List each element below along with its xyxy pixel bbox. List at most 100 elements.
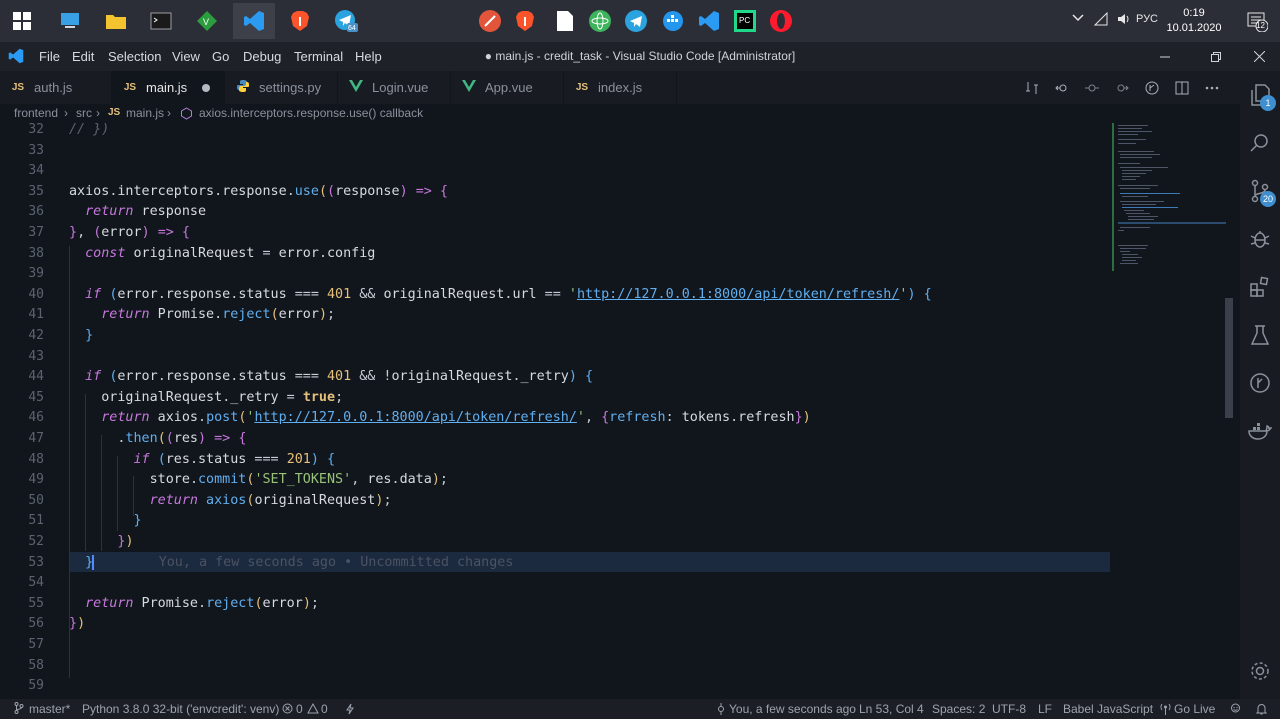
vscode-taskbar-icon[interactable] [233,3,275,39]
code-line-36: return response [85,204,207,220]
line-number: 38 [28,245,44,261]
code-line-41: return Promise.reject(error); [101,307,336,323]
broadcast-icon [1160,703,1171,718]
breadcrumb-callback[interactable]: axios.interceptors.response.use() callba… [199,106,423,120]
language-mode[interactable]: Babel JavaScript [1063,702,1153,716]
git-branch[interactable]: master* [29,702,70,716]
javascript-file-icon: JS [108,107,121,118]
editor-tabs: JS auth.js JS main.js settings.py Login.… [0,71,1240,104]
file-explorer-icon[interactable] [98,3,134,39]
minimap[interactable] [1112,123,1227,699]
document-icon[interactable] [547,3,583,39]
breadcrumb-src[interactable]: src [76,106,92,120]
chevron-up-icon[interactable] [1072,13,1084,25]
more-actions-icon[interactable] [1203,79,1221,97]
commit-icon[interactable] [1083,79,1101,97]
refresh-url-link[interactable]: http://127.0.0.1:8000/api/token/refresh/ [577,287,899,302]
indentation[interactable]: Spaces: 2 [932,702,985,716]
previous-revision-icon[interactable] [1053,79,1071,97]
line-number: 32 [28,123,44,137]
this-pc-icon[interactable] [52,3,88,39]
clock-time[interactable]: 0:19 [1164,7,1224,19]
brave-pinned-icon[interactable] [507,3,543,39]
atom-icon[interactable] [582,3,618,39]
vscode-pinned-icon[interactable] [691,3,727,39]
explorer-icon[interactable]: 1 [1246,81,1276,111]
git-lens-icon[interactable] [1143,79,1161,97]
code-editor[interactable]: 32 33 34 35 36 37 38 39 40 41 42 43 44 45 46 47 48 49 50 51… [0,123,1240,699]
extensions-icon[interactable] [1246,273,1274,301]
wifi-icon[interactable] [1093,11,1108,29]
windows-start-icon[interactable] [4,3,40,39]
source-control-icon[interactable]: 20 [1246,177,1276,207]
test-flask-icon[interactable] [1246,321,1274,349]
bell-icon[interactable] [1255,703,1268,718]
error-count[interactable]: 0 [296,702,303,716]
line-number: 39 [28,266,44,282]
opera-icon[interactable] [763,3,799,39]
line-number: 41 [28,307,44,323]
breadcrumb-main-js[interactable]: main.js [126,106,164,120]
open-changes-icon[interactable] [1023,79,1041,97]
mutation-string: 'SET_TOKENS' [254,472,352,488]
notifications-icon[interactable]: 12 [1246,10,1269,33]
status-code-literal: 401 [327,286,352,302]
tab-index-js[interactable]: JS index.js [564,71,677,104]
end-of-line[interactable]: LF [1038,702,1052,716]
scrollbar-thumb[interactable] [1225,298,1233,418]
telegram-pinned-icon[interactable] [618,3,654,39]
git-branch-icon [14,702,24,717]
next-revision-icon[interactable] [1113,79,1131,97]
telegram-icon[interactable]: 64 [328,3,364,39]
settings-gear-icon[interactable] [1246,657,1274,685]
go-live-button[interactable]: Go Live [1174,702,1215,716]
tab-main-js[interactable]: JS main.js [112,71,225,104]
clock-date[interactable]: 10.01.2020 [1164,22,1224,34]
warning-count[interactable]: 0 [321,702,328,716]
terminal-icon[interactable] [143,3,179,39]
tab-label: settings.py [259,80,322,95]
tab-label: main.js [146,80,188,95]
unsaved-dot-icon[interactable] [202,84,210,92]
notifications-count: 12 [1256,21,1265,30]
blame-status[interactable]: You, a few seconds ago [729,702,856,716]
error-icon [282,703,293,717]
vim-icon[interactable]: V [189,3,225,39]
refresh-url-link[interactable]: http://127.0.0.1:8000/api/token/refresh/ [254,410,576,425]
volume-icon[interactable] [1116,12,1130,29]
line-number: 56 [28,616,44,632]
breadcrumb-frontend[interactable]: frontend [14,106,58,120]
line-number: 49 [28,472,44,488]
debug-icon[interactable] [1246,225,1274,253]
code-line-44: if (error.response.status === 401 && !or… [85,369,594,385]
split-editor-icon[interactable] [1173,79,1191,97]
close-window-button[interactable] [1236,42,1280,71]
pycharm-icon[interactable]: PC [727,3,763,39]
tab-login-vue[interactable]: Login.vue [338,71,451,104]
tab-settings-py[interactable]: settings.py [225,71,338,104]
code-line-35: axios.interceptors.response.use((respons… [69,183,448,199]
tab-auth-js[interactable]: JS auth.js [0,71,112,104]
live-share-icon[interactable] [345,703,355,718]
cursor-position[interactable]: Ln 53, Col 4 [859,702,924,716]
docker-icon[interactable] [655,3,691,39]
input-language-indicator[interactable]: РУС [1136,13,1158,25]
line-number: 57 [28,637,44,652]
python-interpreter[interactable]: Python 3.8.0 32-bit ('envcredit': venv) [82,702,279,716]
git-graph-icon[interactable] [1246,369,1274,397]
code-line-45: originalRequest._retry = true; [101,389,344,405]
encoding[interactable]: UTF-8 [992,702,1026,716]
line-number: 51 [28,513,44,529]
tab-app-vue[interactable]: App.vue [451,71,564,104]
docker-sidebar-icon[interactable] [1246,417,1274,445]
ok-code-literal: 201 [286,451,311,467]
search-icon[interactable] [1246,129,1274,157]
tool-app-icon[interactable] [472,3,508,39]
vscode-titlebar: File Edit Selection View Go Debug Termin… [0,42,1280,71]
code-line-52: }) [117,534,134,549]
restore-button[interactable] [1193,42,1239,71]
line-number: 36 [28,204,44,220]
minimize-button[interactable] [1142,42,1188,71]
brave-browser-icon[interactable] [282,3,318,39]
feedback-icon[interactable] [1229,703,1242,718]
